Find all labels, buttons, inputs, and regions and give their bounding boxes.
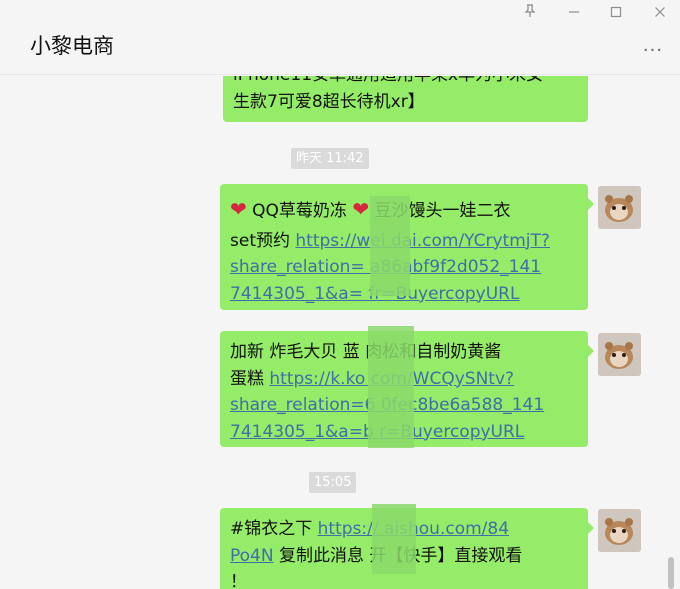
avatar[interactable] <box>598 186 641 229</box>
avatar[interactable] <box>598 509 641 552</box>
message-link[interactable]: share_relation= a86abf9f2d052_141 <box>230 257 541 277</box>
avatar[interactable] <box>598 333 641 376</box>
message-bubble[interactable]: #锦衣之下 https:// aishou.com/84 Po4N 复制此消息 … <box>220 508 594 589</box>
message-text: 蛋糕 <box>230 368 270 389</box>
message-list: iPhone11安卓通用适用苹果x华为小米女 生款7可爱8超长待机xr】 昨天 … <box>0 76 680 589</box>
message-text: 豆沙馒头一娃二衣 <box>369 201 511 221</box>
pin-icon[interactable] <box>520 4 540 24</box>
message-text: #锦衣之下 <box>230 519 318 539</box>
heart-icon: ❤ <box>230 197 247 221</box>
message-bubble[interactable]: ❤ QQ草莓奶冻 ❤ 豆沙馒头一娃二衣 set预约 https://wei da… <box>220 184 594 310</box>
message-text: ！ <box>230 572 247 589</box>
chat-title: 小黎电商 <box>30 34 114 58</box>
message-text: 生款7可爱8超长待机xr】 <box>233 91 425 112</box>
message-text: 复制此消息 开【快手】直接观看 <box>273 545 523 566</box>
message-text: QQ草莓奶冻 <box>246 201 353 221</box>
message-text: set预约 <box>230 230 296 251</box>
maximize-icon[interactable] <box>606 4 626 24</box>
minimize-icon[interactable] <box>564 4 584 24</box>
message-link[interactable]: https://k.ko com/WCQySNtv? <box>269 369 514 389</box>
message-link[interactable]: 7414305_1&a=b r=BuyercopyURL <box>230 422 524 442</box>
more-options-button[interactable]: ··· <box>640 40 666 61</box>
timestamp: 昨天 11:42 <box>291 148 369 169</box>
message-link[interactable]: Po4N <box>230 546 274 566</box>
message-text: ❤ QQ草莓奶冻 ❤ 豆沙馒头一娃二衣 <box>230 196 578 225</box>
message-link[interactable]: share_relation=6 0fec8be6a588_141 <box>230 395 544 415</box>
message-bubble[interactable]: 加新 炸毛大贝 蓝 肉松和自制奶黄酱 蛋糕 https://k.ko com/W… <box>220 331 594 447</box>
close-icon[interactable] <box>650 4 670 24</box>
heart-icon: ❤ <box>352 197 370 221</box>
message-bubble[interactable]: iPhone11安卓通用适用苹果x华为小米女 生款7可爱8超长待机xr】 <box>223 76 588 122</box>
chat-header: 小黎电商 ··· <box>0 0 680 75</box>
scrollbar[interactable] <box>668 557 674 589</box>
message-link[interactable]: https:// aishou.com/84 <box>318 519 509 539</box>
message-text: 加新 炸毛大贝 蓝 肉松和自制奶黄酱 <box>230 342 502 362</box>
message-text: iPhone11安卓通用适用苹果x华为小米女 <box>233 76 578 89</box>
message-link[interactable]: 7414305_1&a= fr=BuyercopyURL <box>230 284 519 304</box>
message-link[interactable]: https://wei dai.com/YCrytmjT? <box>295 231 550 251</box>
timestamp: 15:05 <box>309 472 357 493</box>
